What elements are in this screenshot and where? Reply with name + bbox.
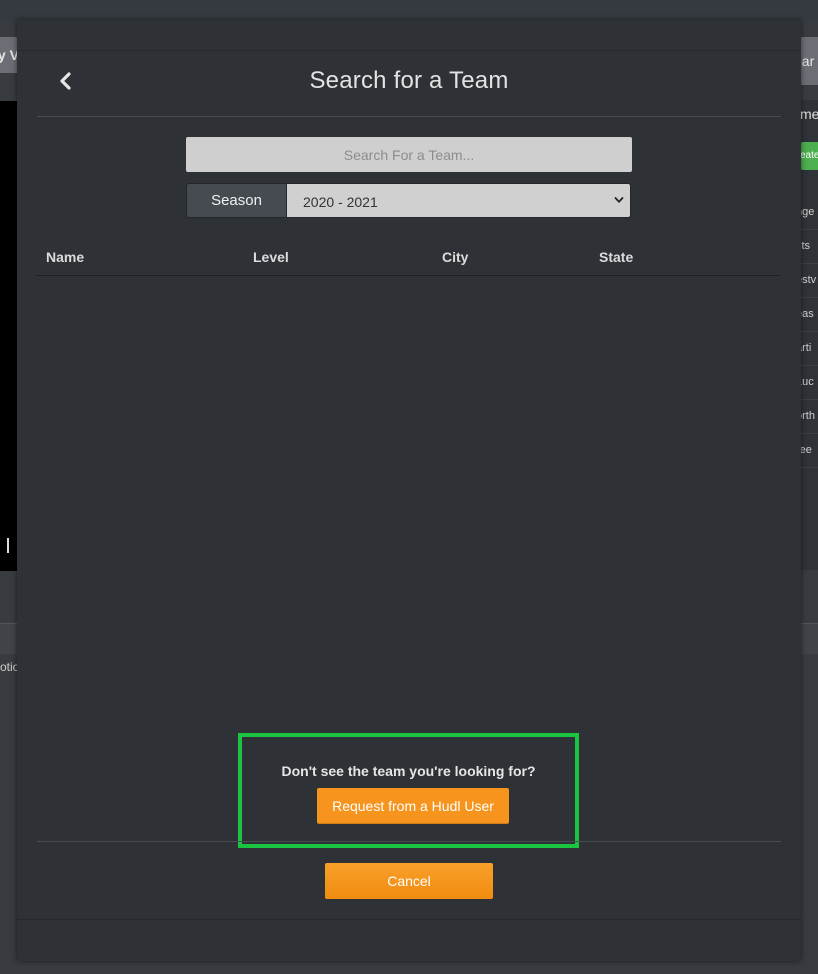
background-create-button: eate xyxy=(800,142,818,170)
list-item: Luc xyxy=(800,366,818,400)
season-selected-value: 2020 - 2021 xyxy=(303,194,378,210)
background-right-list: nge sts estv eas arti Luc orth ree xyxy=(800,196,818,468)
not-found-message: Don't see the team you're looking for? xyxy=(281,763,536,779)
list-item: nge xyxy=(800,196,818,230)
season-select[interactable]: 2020 - 2021 xyxy=(286,183,631,218)
chevron-down-icon xyxy=(614,197,624,203)
title-divider xyxy=(37,116,781,117)
list-item: eas xyxy=(800,298,818,332)
season-button[interactable]: Season xyxy=(186,183,287,218)
list-item: estv xyxy=(800,264,818,298)
background-playhead xyxy=(7,538,9,553)
background-video-area xyxy=(0,101,17,571)
column-header-state[interactable]: State xyxy=(599,249,633,265)
modal-header-divider xyxy=(17,50,801,51)
list-item: arti xyxy=(800,332,818,366)
background-right-heading: me xyxy=(800,106,818,122)
background-right-tab: oar xyxy=(800,37,818,85)
background-right-strip xyxy=(800,623,818,654)
table-header-divider xyxy=(37,275,780,276)
search-team-modal: Search for a Team Season 2020 - 2021 Nam… xyxy=(17,20,801,961)
column-header-city[interactable]: City xyxy=(442,249,468,265)
modal-bottom-divider xyxy=(17,919,801,920)
footer-divider xyxy=(37,841,781,842)
request-team-notice: Don't see the team you're looking for? R… xyxy=(238,733,579,848)
list-item: sts xyxy=(800,230,818,264)
list-item: orth xyxy=(800,400,818,434)
column-header-level[interactable]: Level xyxy=(253,249,289,265)
request-from-hudl-user-button[interactable]: Request from a Hudl User xyxy=(317,788,509,824)
modal-title: Search for a Team xyxy=(309,67,509,94)
cancel-button[interactable]: Cancel xyxy=(325,863,493,899)
list-item: ree xyxy=(800,434,818,468)
team-search-input[interactable] xyxy=(186,137,632,172)
background-top-band xyxy=(0,0,818,22)
column-header-name[interactable]: Name xyxy=(46,249,84,265)
